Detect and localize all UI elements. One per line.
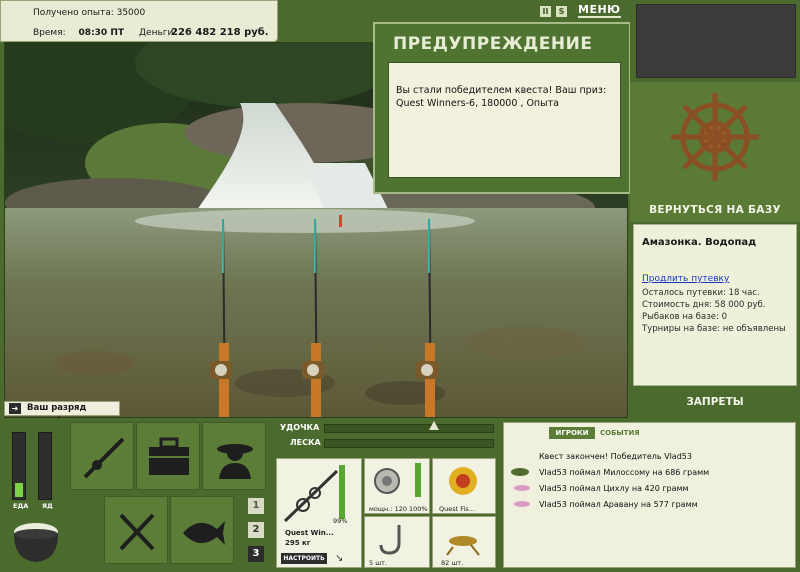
grasshopper-bait-icon xyxy=(446,536,480,556)
rod-max-weight: 295 кг xyxy=(285,539,311,547)
line-spool-icon xyxy=(449,467,477,495)
event-log: ИГРОКИ СОБЫТИЯ Квест закончен! Победител… xyxy=(503,422,796,568)
rod-condition-text: 99% xyxy=(333,517,348,525)
bait-count: 82 шт. xyxy=(441,559,464,567)
fisherman-icon xyxy=(217,444,253,479)
fish-catch-icon xyxy=(514,485,530,491)
location-info: Амазонка. Водопад Продлить путевку Остал… xyxy=(633,224,797,386)
rod-tension-label: УДОЧКА xyxy=(280,423,320,432)
slot-1-button[interactable]: 1 xyxy=(248,498,264,514)
rod-tool-icon xyxy=(83,437,125,479)
time-label: Время: xyxy=(33,28,66,38)
rank-notice[interactable]: ➜ Ваш разряд вырос! xyxy=(4,401,120,426)
bans-button[interactable]: ЗАПРЕТЫ xyxy=(630,396,800,408)
return-to-base-label[interactable]: ВЕРНУТЬСЯ НА БАЗУ xyxy=(630,204,800,216)
food-label: ЕДА xyxy=(13,502,29,510)
return-to-base-button[interactable] xyxy=(630,82,800,222)
permit-remaining: Осталось путевки: 18 час. xyxy=(642,288,760,298)
day-cost: Стоимость дня: 58 000 руб. xyxy=(642,300,766,310)
money-value: 226 482 218 руб. xyxy=(171,27,269,38)
tackle-box-icon xyxy=(149,437,189,475)
rod-name: Quest Win... xyxy=(285,529,334,537)
reel-icon xyxy=(374,468,400,494)
poison-bar xyxy=(38,432,52,500)
time-row: Время: 08:30 ПТ xyxy=(33,28,124,38)
time-value: 08:30 ПТ xyxy=(78,28,124,38)
triangle-marker-icon xyxy=(429,421,439,430)
hook-icon xyxy=(379,525,401,555)
fish-cage-button[interactable] xyxy=(170,496,234,564)
line-tension-slider[interactable] xyxy=(324,439,494,448)
rod-tension-slider[interactable] xyxy=(324,421,494,433)
slot-3-button[interactable]: 3 xyxy=(248,546,264,562)
tournaments-status: Турниры на базе: не объявлены xyxy=(642,324,786,334)
fishers-count: Рыбаков на базе: 0 xyxy=(642,312,727,322)
reel-condition-bar xyxy=(415,463,421,497)
line-name: Quest Fis... xyxy=(439,505,475,513)
location-title: Амазонка. Водопад xyxy=(642,237,757,248)
log-line: Vlad53 поймал Милоссому на 686 грамм xyxy=(539,468,710,477)
fisherman-button[interactable] xyxy=(202,422,266,490)
line-card[interactable]: Quest Fis... xyxy=(432,458,496,514)
poison-label: ЯД xyxy=(42,502,53,510)
fish-catch-icon xyxy=(511,468,529,476)
reel-condition-text: 100% xyxy=(409,505,428,513)
configure-button[interactable]: НАСТРОИТЬ xyxy=(281,553,327,564)
reel-card[interactable]: мощн.: 120 100% xyxy=(364,458,430,514)
tab-events[interactable]: СОБЫТИЯ xyxy=(600,427,640,439)
sound-button[interactable]: S xyxy=(556,6,567,17)
fish-catch-icon xyxy=(514,501,530,507)
warning-message: Вы стали победителем квеста! Ваш приз: Q… xyxy=(388,62,621,178)
pause-button[interactable]: II xyxy=(540,6,551,17)
tackle-panel: УДОЧКА ЛЕСКА 99% Quest Win... 295 кг НАС… xyxy=(276,421,498,572)
rod-condition-bar xyxy=(339,465,345,519)
player-info-panel: Получено опыта: 35000 Время: 08:30 ПТ Де… xyxy=(0,0,278,42)
rod-card[interactable]: 99% Quest Win... 295 кг НАСТРОИТЬ ↘ xyxy=(276,458,362,568)
ship-wheel-icon xyxy=(671,93,759,181)
menu-button[interactable]: МЕНЮ xyxy=(578,4,621,18)
rods-button[interactable] xyxy=(70,422,134,490)
slot-2-button[interactable]: 2 xyxy=(248,522,264,538)
extend-permit-link[interactable]: Продлить путевку xyxy=(642,274,790,284)
food-button[interactable] xyxy=(104,496,168,564)
food-bar-fill xyxy=(15,483,23,497)
line-tension-label: ЛЕСКА xyxy=(290,438,321,447)
minimap-box xyxy=(636,4,796,78)
log-line: Vlad53 поймал Цихлу на 420 грамм xyxy=(539,484,689,493)
bottom-panel: ЕДА ЯД 1 2 3 УДОЧКА ЛЕСКА 99% Quest Win.… xyxy=(0,418,800,572)
bait-card[interactable]: 82 шт. xyxy=(432,516,496,568)
hook-count: 5 шт. xyxy=(369,559,388,567)
warning-dialog: ПРЕДУПРЕЖДЕНИЕ Вы стали победителем квес… xyxy=(373,22,631,194)
arrow-right-icon: ➜ xyxy=(9,403,21,414)
experience-text: Получено опыта: 35000 xyxy=(33,8,146,18)
food-bar xyxy=(12,432,26,500)
right-panel: ВЕРНУТЬСЯ НА БАЗУ Амазонка. Водопад Прод… xyxy=(630,0,800,418)
arrow-down-right-icon: ↘ xyxy=(335,553,344,564)
rod-reel-icon xyxy=(283,469,339,523)
fish-icon xyxy=(183,521,225,545)
tab-players[interactable]: ИГРОКИ xyxy=(549,427,595,439)
log-line: Квест закончен! Победитель Vlad53 xyxy=(539,452,692,461)
hook-card[interactable]: 5 шт. xyxy=(364,516,430,568)
fork-knife-icon xyxy=(119,513,155,551)
warning-title: ПРЕДУПРЕЖДЕНИЕ xyxy=(393,34,593,54)
cauldron-icon[interactable] xyxy=(8,514,64,566)
tackle-box-button[interactable] xyxy=(136,422,200,490)
reel-power: мощн.: 120 xyxy=(369,505,407,513)
log-line: Vlad53 поймал Аравану на 577 грамм xyxy=(539,500,698,509)
